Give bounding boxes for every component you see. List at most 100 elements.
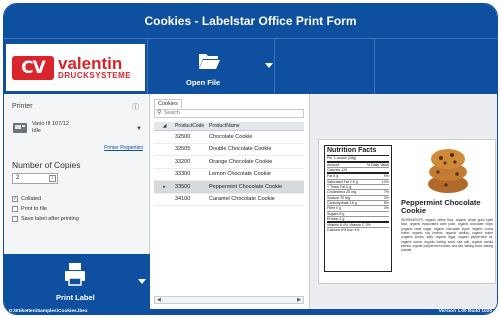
nutrition-facts-panel: Nutrition Facts Per 1 cookie (28g) Amoun… — [324, 145, 392, 272]
spin-arrows-icon[interactable]: ↕ — [49, 175, 56, 182]
carbs: Carbohydrate 16 g — [327, 200, 357, 205]
printer-name: Vario III 107/12 — [32, 121, 69, 127]
column-header-code[interactable]: ProductCode — [175, 123, 209, 129]
fat: Fat 6 g — [327, 174, 339, 179]
open-file-button[interactable]: Open File — [147, 39, 274, 95]
file-path: D:\Etiketten\Samples\Cookies.lbex — [9, 309, 88, 314]
cell-product-name: Peppermint Chocolate Cookie — [209, 183, 283, 190]
printer-section-label: Printer — [12, 103, 33, 110]
print-label-button[interactable]: Print Label — [4, 254, 150, 309]
sodium-dv: 3% — [383, 195, 389, 200]
amount-head: Amount — [327, 162, 340, 167]
print-label-text: Print Label — [56, 293, 95, 302]
save-after-print-label: Save label after printing — [21, 216, 79, 222]
collated-label: Collated — [21, 196, 42, 202]
cholesterol-dv: 7% — [383, 190, 389, 195]
table-row[interactable]: 34100 Caramel Chocolate Cookie — [154, 194, 304, 206]
calories: Calories 120 — [327, 168, 348, 173]
cell-product-name: Orange Chocolate Cookie — [209, 158, 273, 165]
trans-fat: + Trans Fat 0 g — [327, 184, 352, 189]
scroll-right-icon[interactable]: ▶ — [297, 297, 301, 303]
chevron-down-icon[interactable] — [138, 279, 146, 285]
printer-properties-link[interactable]: Printer Properties — [104, 145, 143, 151]
vitamins: Vitamin A 4% Vitamin C 0% — [327, 223, 371, 228]
table-row[interactable]: 33300 Lemon Chocolate Cookie — [154, 169, 304, 181]
toolbar-slot-empty — [374, 39, 497, 95]
cell-product-code: 33200 — [175, 158, 191, 165]
carbs-dv: 5% — [383, 200, 389, 205]
fibre: Fibre 0 g — [327, 206, 342, 211]
fibre-dv: 0% — [383, 206, 389, 211]
brand-mark: CV — [12, 55, 54, 80]
table-row[interactable]: 32500 Chocolate Cookie — [154, 131, 304, 144]
print-settings-panel: Printer ⓘ Vario III 107/12 Idle ▼ Printe… — [4, 94, 150, 254]
cell-product-name: Lemon Chocolate Cookie — [209, 171, 271, 178]
product-table: ◢ ProductCode ProductName 32500 Chocolate… — [154, 122, 304, 206]
info-icon[interactable]: ⓘ — [132, 102, 139, 112]
row-pointer-icon: ▸ — [163, 183, 166, 190]
cell-product-code: 32505 — [175, 146, 191, 153]
dv-head: % Daily Value — [366, 162, 389, 167]
cell-product-code: 34100 — [175, 196, 191, 203]
sugars: Sugars 8 g — [327, 211, 345, 216]
sat-fat-dv: 13% — [381, 179, 389, 184]
status-bar: D:\Etiketten\Samples\Cookies.lbex Versio… — [4, 309, 497, 314]
chevron-down-icon[interactable] — [265, 63, 273, 69]
app-window: Cookies - Labelstar Office Print Form CV… — [3, 3, 498, 315]
version-info: Version 1.00 Build 1020 — [438, 309, 492, 314]
scroll-left-icon[interactable]: ◀ — [157, 297, 161, 303]
copies-value: 2 — [16, 175, 20, 181]
open-file-label: Open File — [186, 78, 221, 87]
collated-checkbox[interactable]: ✓ Collated — [12, 196, 41, 202]
search-icon: ⚲ — [157, 110, 162, 116]
cell-product-code: 33500 — [175, 183, 191, 190]
copies-stepper[interactable]: 2 ↕ — [12, 173, 58, 184]
cell-product-name: Caramel Chocolate Cookie — [209, 196, 275, 203]
serving-size: Per 1 cookie (28g) — [327, 156, 357, 161]
checkbox-checked-icon: ✓ — [12, 196, 18, 202]
window-title: Cookies - Labelstar Office Print Form — [144, 14, 357, 28]
folder-open-icon — [199, 54, 220, 69]
toolbar-slot-empty — [274, 39, 374, 95]
ingredients-text: INGREDIENTS: organic celery flour, organ… — [401, 218, 493, 253]
nutrition-title: Nutrition Facts — [327, 147, 389, 157]
printer-icon — [65, 263, 85, 286]
save-after-print-checkbox[interactable]: Save label after printing — [12, 216, 79, 222]
copies-label: Number of Copies — [12, 160, 81, 170]
chevron-down-icon[interactable]: ▼ — [136, 126, 142, 132]
cell-product-name: Double Chocolate Cookie — [209, 146, 272, 153]
table-row[interactable]: 33200 Orange Chocolate Cookie — [154, 156, 304, 169]
table-row[interactable]: ▸ 33500 Peppermint Chocolate Cookie — [154, 181, 304, 194]
table-header: ◢ ProductCode ProductName — [154, 122, 304, 131]
cholesterol: Cholesterol 25 mg — [327, 190, 357, 195]
table-row[interactable]: 32505 Double Chocolate Cookie — [154, 144, 304, 156]
tab-cookies[interactable]: Cookies — [154, 99, 182, 108]
product-title: Peppermint Chocolate Cookie — [401, 198, 481, 215]
checkbox-empty-icon — [12, 206, 18, 212]
search-placeholder: Search — [164, 110, 180, 116]
label-preview: Nutrition Facts Per 1 cookie (28g) Amoun… — [318, 139, 496, 284]
column-header-name[interactable]: ProductName — [209, 123, 304, 129]
brand-subtitle: DRUCKSYSTEME — [58, 71, 132, 80]
toolbar: CV valentin DRUCKSYSTEME Open File — [4, 38, 497, 95]
cell-product-code: 32500 — [175, 133, 191, 140]
print-to-file-label: Print to file — [21, 206, 47, 212]
search-input[interactable]: ⚲ Search — [154, 109, 304, 118]
brand-logo: CV valentin DRUCKSYSTEME — [6, 44, 145, 91]
sort-indicator-icon: ◢ — [162, 123, 167, 129]
brand-name: valentin — [58, 54, 123, 73]
minerals: Calcium 0% Iron 4% — [327, 228, 360, 233]
label-preview-area: Nutrition Facts Per 1 cookie (28g) Amoun… — [310, 94, 497, 309]
printer-select[interactable]: Vario III 107/12 Idle ▼ — [12, 118, 144, 142]
cookie-image — [428, 149, 468, 193]
horizontal-scrollbar[interactable]: ◀ ▶ — [154, 296, 304, 304]
title-bar: Cookies - Labelstar Office Print Form — [4, 4, 497, 38]
print-to-file-checkbox[interactable]: Print to file — [12, 206, 47, 212]
sodium: Sodium 70 mg — [327, 195, 351, 200]
protein: Protein 2 g — [327, 216, 345, 221]
data-grid-panel: Cookies ⚲ Search ◢ ProductCode ProductNa… — [150, 94, 310, 309]
fat-dv: 9% — [383, 174, 389, 179]
printer-icon — [13, 123, 27, 133]
sat-fat: Saturated Fat 2.5 g — [327, 179, 358, 184]
cell-product-code: 33300 — [175, 171, 191, 178]
